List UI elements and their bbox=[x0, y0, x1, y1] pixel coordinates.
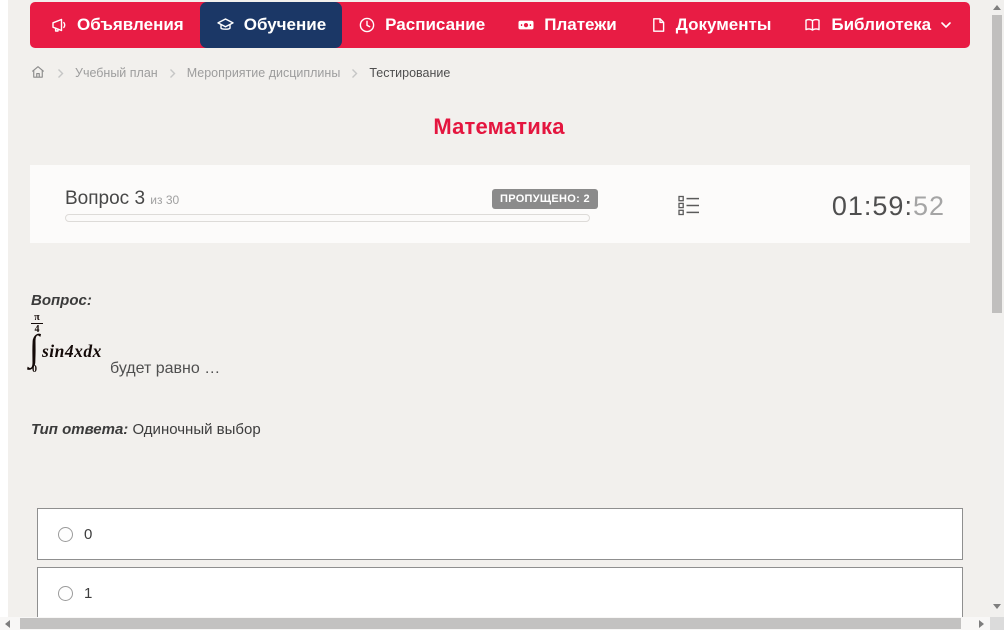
open-book-icon bbox=[803, 16, 822, 34]
question-progress-bar bbox=[65, 214, 590, 222]
radio-button[interactable] bbox=[58, 585, 73, 601]
document-icon bbox=[649, 16, 667, 34]
breadcrumb-link-discipline-event[interactable]: Мероприятие дисциплины bbox=[187, 66, 341, 80]
nav-item-label: Объявления bbox=[77, 15, 184, 34]
home-icon[interactable] bbox=[30, 64, 46, 83]
vertical-scrollbar[interactable] bbox=[990, 0, 1004, 617]
top-navbar: Объявления Обучение Расписание Платежи Д… bbox=[30, 2, 970, 48]
scroll-up-arrow[interactable] bbox=[993, 5, 1001, 10]
question-list-icon[interactable] bbox=[678, 195, 700, 217]
horizontal-scrollbar-thumb[interactable] bbox=[20, 618, 961, 629]
scroll-down-arrow[interactable] bbox=[993, 604, 1001, 609]
nav-item-label: Расписание bbox=[385, 15, 486, 34]
nav-item-documents[interactable]: Документы bbox=[633, 2, 788, 48]
breadcrumb-separator-icon bbox=[169, 68, 176, 79]
clock-icon bbox=[358, 16, 376, 34]
answer-type-label: Тип ответа: bbox=[31, 421, 129, 438]
nav-item-schedule[interactable]: Расписание bbox=[342, 2, 501, 48]
page-title: Математика bbox=[433, 114, 565, 139]
nav-item-label: Обучение bbox=[243, 15, 327, 34]
answer-type-value: Одиночный выбор bbox=[132, 421, 261, 438]
question-header-card: Вопрос 3 из 30 ПРОПУЩЕНО: 2 01:59:52 bbox=[30, 165, 970, 243]
nav-item-label: Библиотека bbox=[831, 15, 932, 34]
breadcrumb-current-testing: Тестирование bbox=[369, 66, 451, 80]
integral-lower-limit: 0 bbox=[32, 364, 37, 375]
timer-main: 01:59: bbox=[831, 191, 913, 221]
scroll-left-arrow[interactable] bbox=[5, 620, 10, 628]
timer-seconds: 52 bbox=[912, 191, 945, 221]
question-heading: Вопрос: bbox=[31, 292, 92, 309]
radio-button[interactable] bbox=[58, 526, 73, 542]
nav-item-label: Платежи bbox=[544, 15, 617, 34]
breadcrumb: Учебный план Мероприятие дисциплины Тест… bbox=[30, 60, 450, 86]
breadcrumb-separator-icon bbox=[351, 68, 358, 79]
scroll-right-arrow[interactable] bbox=[979, 620, 984, 628]
horizontal-scrollbar[interactable] bbox=[0, 617, 990, 630]
graduation-cap-icon bbox=[216, 16, 235, 34]
nav-item-payments[interactable]: Платежи bbox=[501, 2, 633, 48]
chevron-down-icon bbox=[940, 21, 952, 29]
breadcrumb-separator-icon bbox=[57, 68, 64, 79]
question-tail-text: будет равно … bbox=[110, 360, 221, 377]
megaphone-icon bbox=[50, 16, 68, 34]
nav-item-announcements[interactable]: Объявления bbox=[34, 2, 200, 48]
answer-option-0[interactable]: 0 bbox=[37, 508, 963, 560]
vertical-scrollbar-thumb[interactable] bbox=[992, 15, 1002, 313]
question-total: из 30 bbox=[150, 193, 180, 207]
nav-item-label: Документы bbox=[675, 15, 772, 34]
scrollbar-corner bbox=[990, 617, 1004, 630]
nav-item-learning[interactable]: Обучение bbox=[199, 2, 343, 48]
option-label: 1 bbox=[84, 584, 93, 602]
answer-type-line: Тип ответа: Одиночный выбор bbox=[31, 421, 261, 438]
banknote-icon bbox=[517, 16, 535, 34]
option-label: 0 bbox=[84, 525, 93, 543]
skipped-badge: ПРОПУЩЕНО: 2 bbox=[492, 189, 598, 209]
nav-item-library[interactable]: Библиотека bbox=[787, 2, 968, 48]
question-number: Вопрос 3 из 30 bbox=[65, 188, 180, 209]
breadcrumb-link-curriculum[interactable]: Учебный план bbox=[75, 66, 158, 80]
integrand: sin4xdx bbox=[42, 341, 102, 361]
timer: 01:59:52 bbox=[832, 191, 945, 222]
